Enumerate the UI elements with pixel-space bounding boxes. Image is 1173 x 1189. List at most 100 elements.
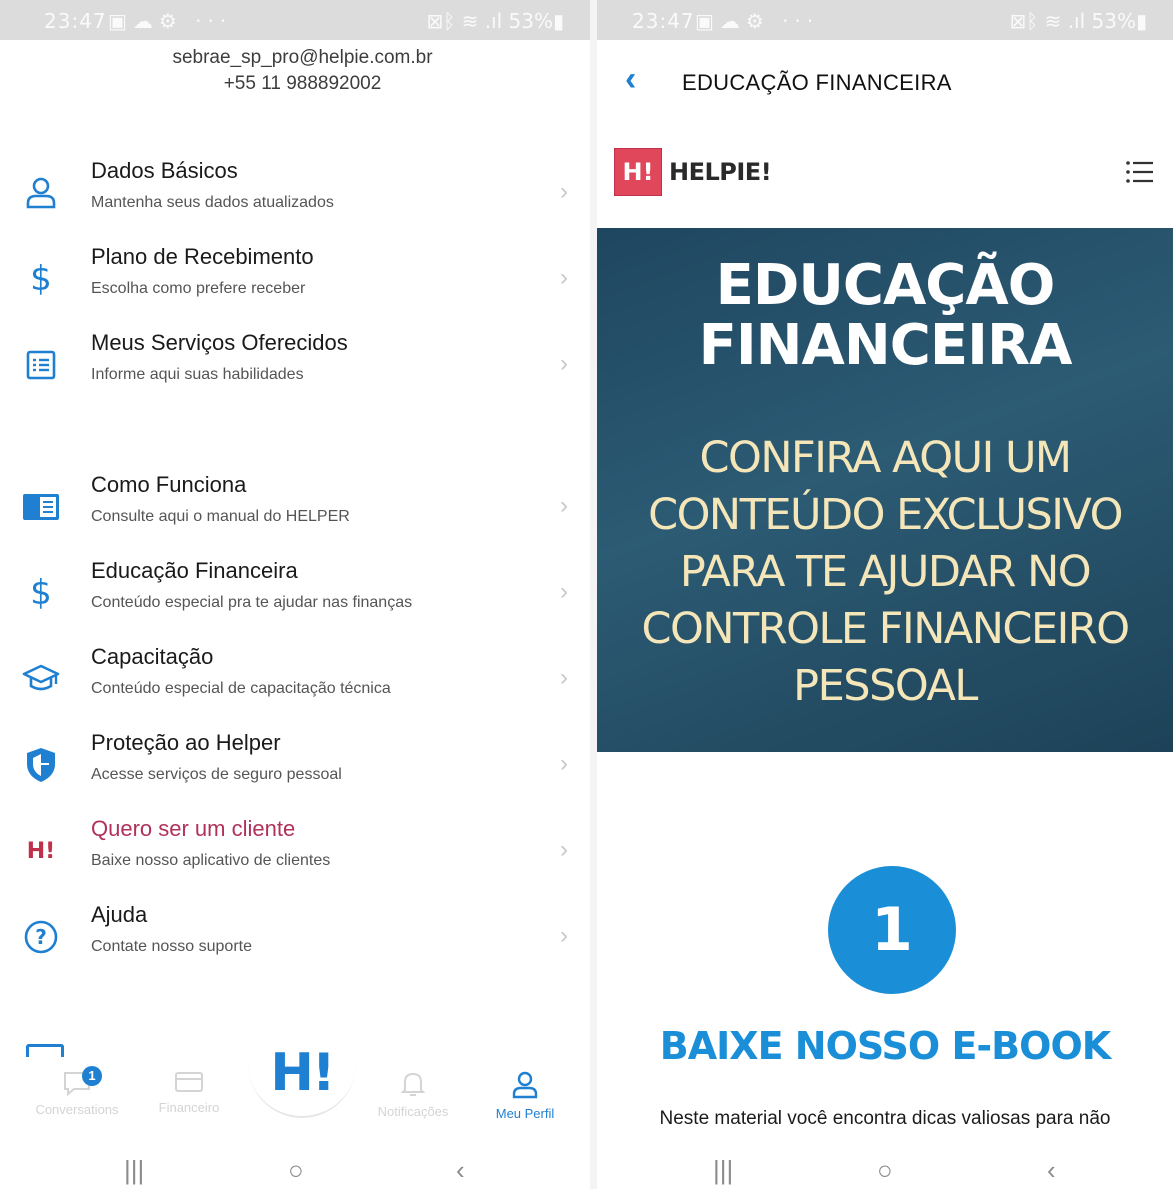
hero-subtitle-line: CONTEÚDO EXCLUSIVO (648, 490, 1123, 540)
hero-subtitle-line: CONFIRA AQUI UM (699, 433, 1072, 483)
hero-title-line: FINANCEIRA (698, 313, 1073, 378)
chevron-right-icon: › (560, 178, 568, 205)
chevron-right-icon: › (560, 836, 568, 863)
recent-apps-button[interactable]: ||| (713, 1155, 733, 1186)
financial-education-screen: 23:47 ▣☁⚙ ··· ⊠ᛒ ≋ .ıl 53%▮ ‹ EDUCAÇÃO F… (597, 0, 1173, 1189)
back-chevron-icon[interactable]: ‹ (625, 60, 636, 99)
center-home-button[interactable]: H! (248, 1030, 356, 1118)
menu-item-educacao-financeira[interactable]: $ Educação Financeira Conteúdo especial … (0, 558, 590, 644)
menu-subtitle: Conteúdo especial de capacitação técnica (91, 680, 391, 697)
menu-title: Meus Serviços Oferecidos (91, 330, 348, 355)
tab-label: Financeiro (158, 1100, 220, 1115)
chevron-right-icon: › (560, 922, 568, 949)
battery-level: 53% (508, 9, 553, 33)
tab-conversations[interactable]: Conversations (22, 1070, 132, 1117)
back-button[interactable]: ‹ (456, 1155, 465, 1186)
chat-badge: 1 (82, 1066, 102, 1086)
battery-icon: ▮ (1135, 9, 1147, 33)
shield-icon (20, 744, 62, 786)
helpie-logo-icon: H! (26, 838, 56, 864)
chevron-right-icon: › (560, 264, 568, 291)
back-button[interactable]: ‹ (1047, 1155, 1056, 1186)
brand-name: HELPIE! (669, 158, 772, 186)
contact-phone: +55 11 988892002 (223, 73, 382, 94)
step-number-badge: 1 (828, 866, 956, 994)
tab-label: Meu Perfil (495, 1106, 555, 1121)
menu-title: Capacitação (91, 644, 214, 669)
screen-divider (590, 0, 597, 1189)
system-nav-bar: ||| ○ ‹ (0, 1155, 590, 1189)
menu-item-servicos-oferecidos[interactable]: Meus Serviços Oferecidos Informe aqui su… (0, 330, 590, 416)
graduation-cap-icon (20, 658, 62, 700)
status-bar: 23:47 ▣☁⚙ ··· ⊠ᛒ ≋ .ıl 53%▮ (0, 0, 590, 40)
menu-item-como-funciona[interactable]: Como Funciona Consulte aqui o manual do … (0, 472, 590, 558)
svg-text:?: ? (35, 925, 47, 949)
menu-subtitle: Baixe nosso aplicativo de clientes (91, 852, 331, 869)
profile-screen: 23:47 ▣☁⚙ ··· ⊠ᛒ ≋ .ıl 53%▮ sebrae_sp_pr… (0, 0, 590, 1189)
menu-subtitle: Contate nosso suporte (91, 938, 252, 955)
manual-icon (20, 486, 62, 528)
signal-icon: ⊠ᛒ ≋ .ıl (1009, 9, 1092, 33)
menu-item-protecao-helper[interactable]: Proteção ao Helper Acesse serviços de se… (0, 730, 590, 816)
status-bar: 23:47 ▣☁⚙ ··· ⊠ᛒ ≋ .ıl 53%▮ (597, 0, 1173, 40)
home-button[interactable]: ○ (288, 1155, 304, 1186)
menu-title: Quero ser um cliente (91, 816, 296, 841)
hero-subtitle-line: PESSOAL (793, 661, 978, 711)
logo-text: H! (622, 158, 654, 186)
menu-item-ajuda[interactable]: ? Ajuda Contate nosso suporte › (0, 902, 590, 988)
menu-subtitle: Conteúdo especial pra te ajudar nas fina… (91, 594, 413, 611)
menu-title: Dados Básicos (91, 158, 238, 183)
recent-apps-button[interactable]: ||| (124, 1155, 144, 1186)
hero-title-line: EDUCAÇÃO (715, 253, 1056, 318)
menu-title: Proteção ao Helper (91, 730, 281, 755)
signal-icon: ⊠ᛒ ≋ .ıl (426, 9, 509, 33)
user-icon (20, 172, 62, 214)
chevron-right-icon: › (560, 664, 568, 691)
body-text: Neste material você encontra dicas valio… (659, 1108, 1111, 1129)
tab-label: Conversations (35, 1102, 119, 1117)
status-time: 23:47 (44, 9, 107, 33)
tab-label: Notificações (377, 1104, 449, 1119)
list-icon (20, 344, 62, 386)
helpie-logo-badge[interactable]: H! (614, 148, 662, 196)
menu-subtitle: Consulte aqui o manual do HELPER (91, 508, 350, 525)
hero-banner: EDUCAÇÃO FINANCEIRA CONFIRA AQUI UM CONT… (597, 228, 1173, 752)
helpie-logo: H! (270, 1043, 335, 1103)
chevron-right-icon: › (560, 750, 568, 777)
tab-financeiro[interactable]: Financeiro (134, 1070, 244, 1115)
battery-level: 53% (1091, 9, 1136, 33)
dollar-icon: $ (30, 259, 52, 299)
help-circle-icon: ? (20, 916, 62, 958)
screen-title: EDUCAÇÃO FINANCEIRA (682, 70, 952, 95)
home-button[interactable]: ○ (877, 1155, 893, 1186)
notification-icons: ▣☁⚙ ··· (108, 9, 233, 33)
tab-meu-perfil[interactable]: Meu Perfil (470, 1070, 580, 1121)
menu-item-capacitacao[interactable]: Capacitação Conteúdo especial de capacit… (0, 644, 590, 730)
hero-subtitle-line: PARA TE AJUDAR NO (679, 547, 1092, 597)
status-time: 23:47 (632, 9, 695, 33)
status-right: ⊠ᛒ ≋ .ıl 53%▮ (426, 9, 564, 33)
menu-item-dados-basicos[interactable]: Dados Básicos Mantenha seus dados atuali… (0, 158, 590, 244)
dollar-icon: $ (30, 573, 52, 613)
menu-title: Como Funciona (91, 472, 247, 497)
chevron-right-icon: › (560, 350, 568, 377)
status-right: ⊠ᛒ ≋ .ıl 53%▮ (1009, 9, 1147, 33)
menu-item-quero-ser-cliente[interactable]: H! Quero ser um cliente Baixe nosso apli… (0, 816, 590, 902)
profile-icon (512, 1071, 538, 1099)
wallet-icon (175, 1072, 203, 1092)
chevron-right-icon: › (560, 578, 568, 605)
menu-subtitle: Mantenha seus dados atualizados (91, 194, 334, 211)
system-nav-bar: ||| ○ ‹ (597, 1155, 1173, 1189)
menu-title: Plano de Recebimento (91, 244, 314, 269)
tab-notificacoes[interactable]: Notificações (358, 1070, 468, 1119)
menu-list-icon[interactable] (1125, 160, 1155, 184)
menu-subtitle: Acesse serviços de seguro pessoal (91, 766, 342, 783)
top-app-bar: ‹ EDUCAÇÃO FINANCEIRA (597, 40, 1173, 126)
menu-subtitle: Escolha como prefere receber (91, 280, 306, 297)
menu-item-plano-recebimento[interactable]: $ Plano de Recebimento Escolha como pref… (0, 244, 590, 330)
site-header: H! HELPIE! (597, 126, 1173, 216)
bell-icon (400, 1072, 426, 1096)
chevron-right-icon: › (560, 492, 568, 519)
notification-icons: ▣☁⚙ ··· (695, 9, 820, 33)
menu-title: Ajuda (91, 902, 148, 927)
